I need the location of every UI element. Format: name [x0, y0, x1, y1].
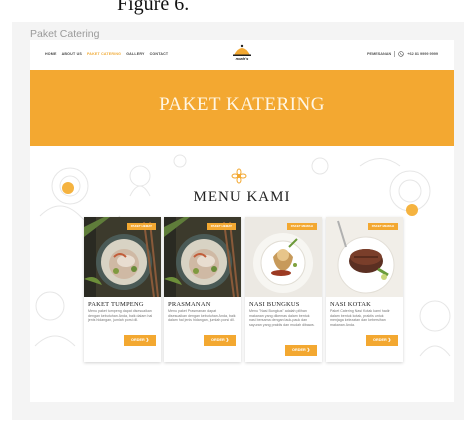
order-link[interactable]: PEMESANAN [367, 52, 391, 56]
logo-text: noah's [235, 56, 249, 61]
nav-contact[interactable]: CONTACT [150, 52, 169, 56]
nav-paket-catering[interactable]: PAKET CATERING [87, 52, 121, 56]
card-title: NASI BUNGKUS [249, 301, 300, 308]
phone-icon [398, 51, 404, 57]
card-badge: PAKET HEMAT [206, 223, 236, 230]
nav-gallery[interactable]: GALLERY [126, 52, 144, 56]
card-badge: PAKET MEWAH [367, 223, 398, 230]
card-description: Menu "Nasi Bungkus" adalah pilihan makan… [249, 309, 315, 327]
dish-image: PAKET MEWAH [326, 217, 403, 297]
card-title: PRASMANAN [168, 301, 211, 308]
flower-icon [231, 168, 247, 184]
order-button[interactable]: ORDER ❯ [204, 335, 236, 346]
phone-number[interactable]: +62 81 9999 9999 [407, 52, 438, 56]
card-badge: PAKET MEWAH [286, 223, 317, 230]
order-button[interactable]: ORDER ❯ [124, 335, 156, 346]
menu-card: PAKET MEWAH NASI KOTAK Paket Catering Na… [326, 217, 403, 362]
menu-title: MENU KAMI [193, 189, 291, 205]
frame-title: Paket Catering [30, 28, 100, 40]
card-description: Menu paket tumpeng dapat disesuaikan den… [88, 309, 153, 323]
order-button[interactable]: ORDER ❯ [366, 335, 398, 346]
hero-banner: PAKET KATERING [30, 70, 454, 146]
card-badge: PAKET HEMAT [126, 223, 156, 230]
menu-cards: PAKET HEMAT PAKET TUMPENG Menu paket tum… [84, 217, 403, 362]
logo[interactable]: noah's [231, 43, 253, 67]
dish-image: PAKET HEMAT [164, 217, 241, 297]
dish-image: PAKET MEWAH [245, 217, 322, 297]
nav-about-us[interactable]: ABOUT US [62, 52, 82, 56]
nav-links: HOME ABOUT US PAKET CATERING GALLERY CON… [45, 52, 168, 56]
logo-cloche-icon [233, 44, 251, 56]
card-title: NASI KOTAK [330, 301, 372, 308]
card-description: Menu paket Prasmanan dapat disesuaikan d… [168, 309, 236, 323]
menu-card: PAKET HEMAT PAKET TUMPENG Menu paket tum… [84, 217, 161, 362]
menu-card: PAKET HEMAT PRASMANAN Menu paket Prasman… [164, 217, 241, 362]
card-title: PAKET TUMPENG [88, 301, 144, 308]
menu-card: PAKET MEWAH NASI BUNGKUS Menu "Nasi Bung… [245, 217, 322, 362]
menu-section: MENU KAMI PAKET HEMAT PAKET TUMPENG Menu… [30, 146, 454, 402]
navbar: HOME ABOUT US PAKET CATERING GALLERY CON… [30, 40, 454, 70]
nav-divider [394, 51, 396, 57]
banner-title: PAKET KATERING [159, 94, 325, 115]
order-button[interactable]: ORDER ❯ [285, 345, 317, 356]
nav-home[interactable]: HOME [45, 52, 57, 56]
card-description: Paket Catering Nasi Kotak kami hadir dal… [330, 309, 390, 327]
website: HOME ABOUT US PAKET CATERING GALLERY CON… [30, 40, 454, 402]
dish-image: PAKET HEMAT [84, 217, 161, 297]
nav-right: PEMESANAN +62 81 9999 9999 [367, 51, 438, 57]
figure-caption: Figure 6. [117, 0, 190, 15]
